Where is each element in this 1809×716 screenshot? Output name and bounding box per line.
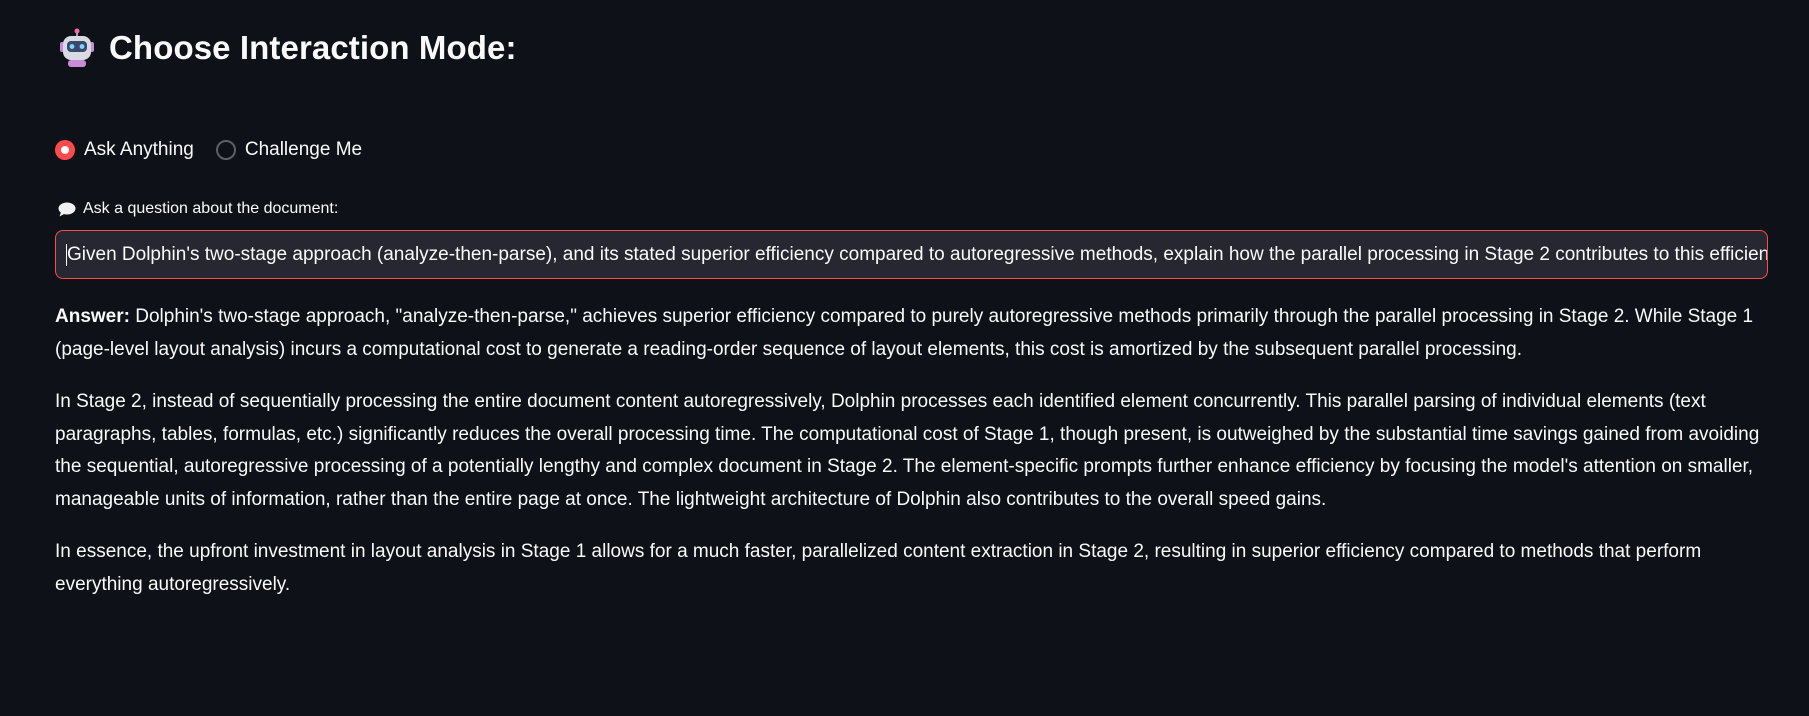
answer-paragraph: In essence, the upfront investment in la…	[55, 541, 1702, 595]
radio-unselected-icon[interactable]	[215, 140, 236, 160]
answer-label: Answer:	[55, 306, 130, 327]
speech-bubble-icon	[58, 202, 76, 216]
radio-label-challenge-me: Challenge Me	[244, 139, 363, 160]
question-label: Ask a question about the document:	[83, 200, 339, 217]
radio-option-ask-anything[interactable]: Ask Anything	[55, 139, 194, 161]
question-label-row: Ask a question about the document:	[58, 200, 338, 218]
interaction-mode-radio-group: Ask Anything Challenge Me	[55, 139, 362, 161]
answer-block: Answer: Dolphin's two-stage approach, "a…	[55, 301, 1768, 621]
radio-selected-icon[interactable]	[55, 140, 75, 160]
radio-label-ask-anything: Ask Anything	[84, 139, 194, 160]
page-title: Choose Interaction Mode:	[109, 29, 517, 66]
robot-icon	[60, 28, 94, 67]
question-input-value[interactable]: Given Dolphin's two-stage approach (anal…	[67, 244, 1767, 266]
answer-paragraph: Answer: Dolphin's two-stage approach, "a…	[55, 301, 1768, 366]
answer-paragraph-text: Dolphin's two-stage approach, "analyze-t…	[55, 306, 1754, 360]
page-header: Choose Interaction Mode:	[59, 28, 517, 68]
question-input[interactable]: Given Dolphin's two-stage approach (anal…	[55, 230, 1768, 279]
radio-option-challenge-me[interactable]: Challenge Me	[215, 139, 363, 161]
answer-paragraph: In Stage 2, instead of sequentially proc…	[55, 391, 1760, 510]
